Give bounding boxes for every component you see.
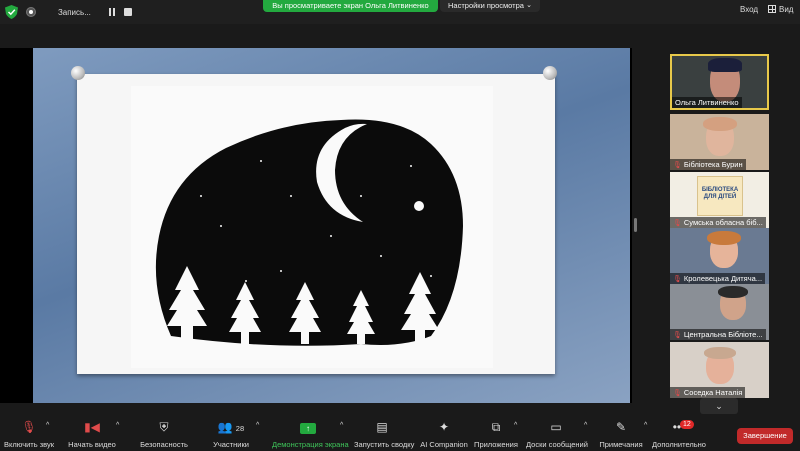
book-cover-image: БІБЛІОТЕКА ДЛЯ ДІТЕЙ — [697, 176, 743, 216]
pushpin-icon — [543, 66, 557, 80]
stop-recording-icon[interactable] — [124, 8, 132, 16]
participants-button[interactable]: 👥 28 Участники — [210, 420, 252, 450]
top-bar: Запись... Вы просматриваете экран Ольга … — [0, 0, 800, 24]
participant-name: 🎙 Сумська обласна біб... — [670, 217, 766, 228]
participant-hair — [718, 286, 748, 298]
muted-mic-icon: 🎙 — [673, 332, 682, 339]
notes-icon: ✎ — [615, 420, 627, 434]
chevron-up-icon[interactable]: ^ — [514, 422, 517, 429]
chevron-up-icon[interactable]: ^ — [116, 422, 119, 429]
view-settings-dropdown[interactable]: Настройки просмотра ⌄ — [440, 0, 540, 12]
muted-mic-icon: 🎙 — [673, 390, 682, 397]
chevron-up-icon[interactable]: ^ — [256, 422, 259, 429]
participant-hair — [708, 58, 742, 72]
elephant-night-illustration — [131, 86, 493, 368]
participant-tile[interactable]: 🎙 Центральна Бібліоте... — [670, 284, 769, 340]
participant-tile[interactable]: 🎙 Соседка Наталія — [670, 342, 769, 398]
meeting-toolbar: 🎙 Включить звук ^ ▮◀ Начать видео ^ ⛨ Бе… — [0, 418, 800, 451]
participant-tile[interactable]: 🎙 Кролевецька Дитяча... — [670, 228, 769, 284]
muted-mic-icon: 🎙 — [673, 276, 682, 283]
participant-name: 🎙 Центральна Бібліоте... — [670, 329, 766, 340]
unmute-label: Включить звук — [4, 440, 55, 449]
participant-hair — [703, 117, 737, 131]
artwork-paper — [71, 66, 557, 374]
participant-tile[interactable]: Ольга Литвиненко — [670, 54, 769, 110]
chevron-up-icon[interactable]: ^ — [644, 422, 647, 429]
recording-label: Запись... — [57, 7, 91, 17]
grid-view-icon — [768, 5, 776, 13]
chevron-up-icon[interactable]: ^ — [584, 422, 587, 429]
participant-name: 🎙 Бібліотека Бурин — [670, 159, 746, 170]
gallery-scroll-down-button[interactable]: ⌄ — [700, 398, 738, 414]
enter-label: Вход — [740, 5, 759, 14]
chevron-up-icon[interactable]: ^ — [46, 422, 49, 429]
whiteboard-icon: ▭ — [550, 420, 562, 434]
share-screen-icon: ↑ — [272, 420, 344, 435]
share-screen-label: Демонстрация экрана — [272, 440, 349, 449]
end-meeting-button[interactable]: Завершение — [737, 428, 793, 444]
viewing-screen-banner: Вы просматриваете экран Ольга Литвиненко — [263, 0, 438, 12]
security-shield-icon[interactable] — [5, 5, 18, 19]
recording-dot-icon — [27, 8, 35, 16]
more-label: Дополнительно — [652, 440, 706, 449]
pushpin-icon — [71, 66, 85, 80]
participant-tile[interactable]: БІБЛІОТЕКА ДЛЯ ДІТЕЙ 🎙 Сумська обласна бі… — [670, 172, 769, 228]
more-icon: ••• 12 — [652, 420, 706, 435]
security-button[interactable]: ⛨ Безопасность — [140, 420, 188, 450]
participant-name: Ольга Литвиненко — [672, 97, 742, 108]
participant-hair — [704, 347, 736, 359]
apps-icon: ⧉ — [491, 420, 501, 434]
notes-label: Примечания — [599, 440, 643, 449]
ai-companion-button[interactable]: ✦ AI Companion — [420, 420, 468, 450]
video-off-icon: ▮◀ — [84, 420, 100, 434]
start-video-label: Начать видео — [68, 440, 116, 449]
whiteboards-label: Доски сообщений — [526, 440, 588, 449]
summary-icon: ▤ — [376, 420, 388, 434]
shield-icon: ⛨ — [159, 420, 169, 434]
slide-background — [33, 48, 630, 403]
view-button[interactable]: Вид — [768, 5, 793, 14]
panel-resize-handle[interactable] — [634, 218, 637, 232]
notes-button[interactable]: ✎ Примечания — [598, 420, 644, 450]
apps-label: Приложения — [474, 440, 518, 449]
more-button[interactable]: ••• 12 Дополнительно — [652, 420, 706, 450]
security-label: Безопасность — [140, 440, 188, 449]
participant-gallery: Ольга Литвиненко 🎙 Бібліотека Бурин БІБЛІ… — [670, 54, 770, 414]
start-summary-label: Запустить сводку — [354, 440, 415, 449]
chevron-down-icon: ⌄ — [715, 401, 723, 411]
start-video-button[interactable]: ▮◀ Начать видео — [68, 420, 116, 450]
participant-name: 🎙 Соседка Наталія — [670, 387, 746, 398]
muted-mic-icon: 🎙 — [673, 162, 682, 169]
notification-badge: 12 — [680, 420, 694, 429]
share-screen-button[interactable]: ↑ Демонстрация экрана — [272, 420, 349, 450]
enter-button[interactable]: Вход — [740, 5, 758, 14]
recording-indicator: Запись... — [27, 4, 132, 20]
muted-mic-icon: 🎙 — [673, 220, 682, 227]
sparkle-icon: ✦ — [438, 420, 450, 434]
participants-count: 28 — [235, 424, 245, 433]
participants-icon: 👥 28 — [217, 420, 245, 434]
participant-tile[interactable]: 🎙 Бібліотека Бурин — [670, 114, 769, 170]
whiteboards-button[interactable]: ▭ Доски сообщений — [526, 420, 588, 450]
apps-button[interactable]: ⧉ Приложения — [474, 420, 518, 450]
view-settings-label: Настройки просмотра — [448, 1, 524, 10]
shared-screen[interactable] — [0, 48, 632, 403]
zoom-meeting-window: Запись... Вы просматриваете экран Ольга … — [0, 0, 800, 451]
participant-hair — [707, 231, 741, 245]
chevron-up-icon[interactable]: ^ — [340, 422, 343, 429]
start-summary-button[interactable]: ▤ Запустить сводку — [354, 420, 415, 450]
participants-label: Участники — [213, 440, 249, 449]
pause-recording-icon[interactable] — [109, 8, 116, 16]
chevron-down-icon: ⌄ — [526, 2, 532, 9]
participant-name: 🎙 Кролевецька Дитяча... — [670, 273, 766, 284]
view-label: Вид — [779, 5, 794, 14]
ai-companion-label: AI Companion — [420, 440, 468, 449]
